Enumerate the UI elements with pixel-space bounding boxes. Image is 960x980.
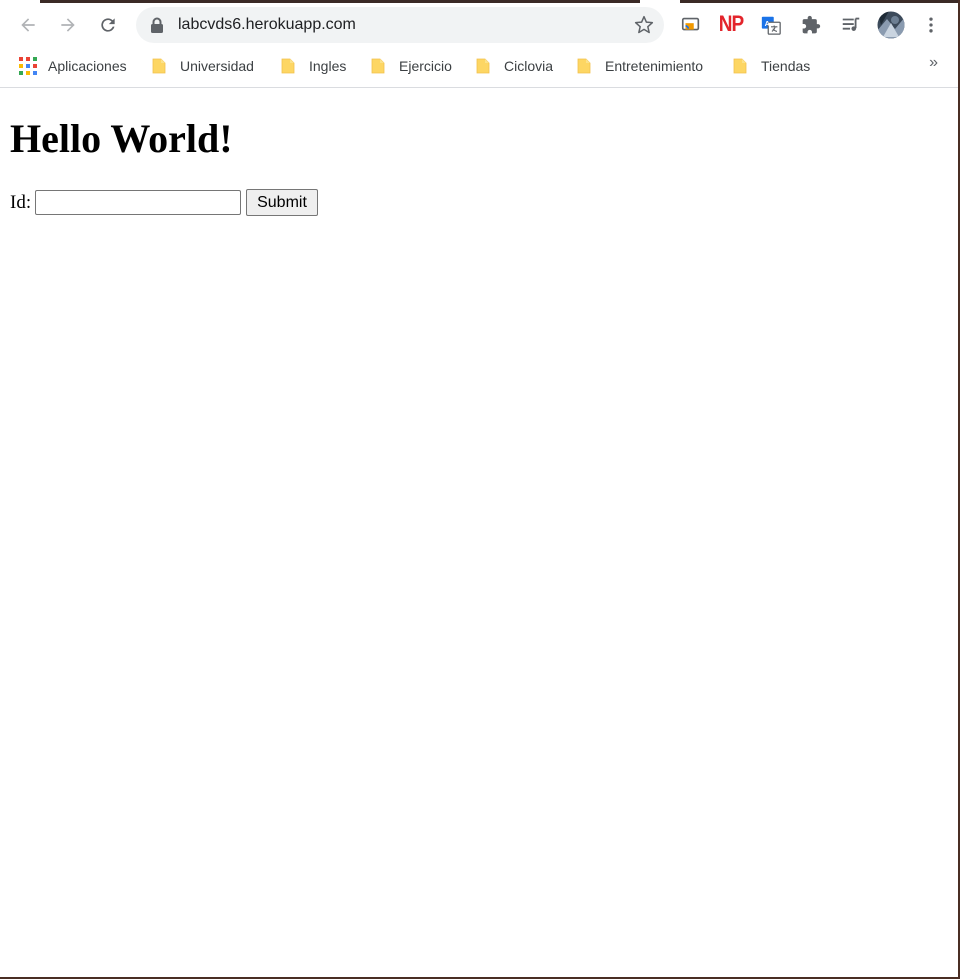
folder-icon <box>371 58 385 74</box>
reload-button[interactable] <box>92 9 124 41</box>
reading-list-icon[interactable] <box>837 11 865 39</box>
translate-icon[interactable]: A <box>757 11 785 39</box>
forward-button[interactable] <box>52 9 84 41</box>
bookmark-folder-tiendas[interactable]: Tiendas <box>733 54 810 78</box>
url-text: labcvds6.herokuapp.com <box>178 16 356 33</box>
page-title: Hello World! <box>10 116 233 161</box>
apps-grid-icon <box>19 57 37 75</box>
bookmark-folder-universidad[interactable]: Universidad <box>152 54 254 78</box>
bookmark-folder-ingles[interactable]: Ingles <box>281 54 346 78</box>
profile-avatar[interactable] <box>877 11 905 39</box>
folder-icon <box>281 58 295 74</box>
bookmark-folder-entretenimiento[interactable]: Entretenimiento <box>577 54 703 78</box>
folder-icon <box>733 58 747 74</box>
browser-toolbar: labcvds6.herokuapp.com NP A <box>0 3 958 47</box>
bookmarks-bar: Aplicaciones Universidad Ingles Ejercici… <box>0 47 958 88</box>
page-content: Hello World! Id: Submit <box>0 88 958 977</box>
id-form: Id: Submit <box>10 189 318 216</box>
bookmark-apps[interactable]: Aplicaciones <box>19 54 127 78</box>
bookmark-label: Tiendas <box>761 58 811 74</box>
bookmark-label: Aplicaciones <box>48 58 127 74</box>
np-extension-label: NP <box>718 12 744 37</box>
id-input[interactable] <box>35 190 242 215</box>
folder-icon <box>476 58 490 74</box>
bookmark-folder-ciclovia[interactable]: Ciclovia <box>476 54 553 78</box>
bookmark-label: Universidad <box>180 58 254 74</box>
bookmark-label: Ciclovia <box>504 58 554 74</box>
folder-icon <box>152 58 166 74</box>
extensions-puzzle-icon[interactable] <box>797 11 825 39</box>
back-button[interactable] <box>12 9 44 41</box>
submit-button[interactable]: Submit <box>246 189 318 216</box>
bookmark-label: Ingles <box>309 58 347 74</box>
address-bar[interactable]: labcvds6.herokuapp.com <box>136 7 664 43</box>
bookmark-label: Entretenimiento <box>605 58 704 74</box>
bookmarks-overflow-button[interactable]: » <box>929 54 938 72</box>
cast-icon[interactable] <box>677 11 705 39</box>
lock-icon <box>151 17 163 33</box>
id-label: Id: <box>10 191 32 213</box>
np-extension-icon[interactable]: NP <box>717 11 745 39</box>
arrow-right-icon <box>61 18 75 32</box>
arrow-left-icon <box>21 18 35 32</box>
bookmark-label: Ejercicio <box>399 58 452 74</box>
bookmark-star-icon[interactable] <box>634 15 654 35</box>
bookmark-folder-ejercicio[interactable]: Ejercicio <box>371 54 452 78</box>
menu-kebab-icon[interactable] <box>917 11 945 39</box>
svg-text:A: A <box>765 19 771 28</box>
reload-icon <box>101 18 115 32</box>
folder-icon <box>577 58 591 74</box>
